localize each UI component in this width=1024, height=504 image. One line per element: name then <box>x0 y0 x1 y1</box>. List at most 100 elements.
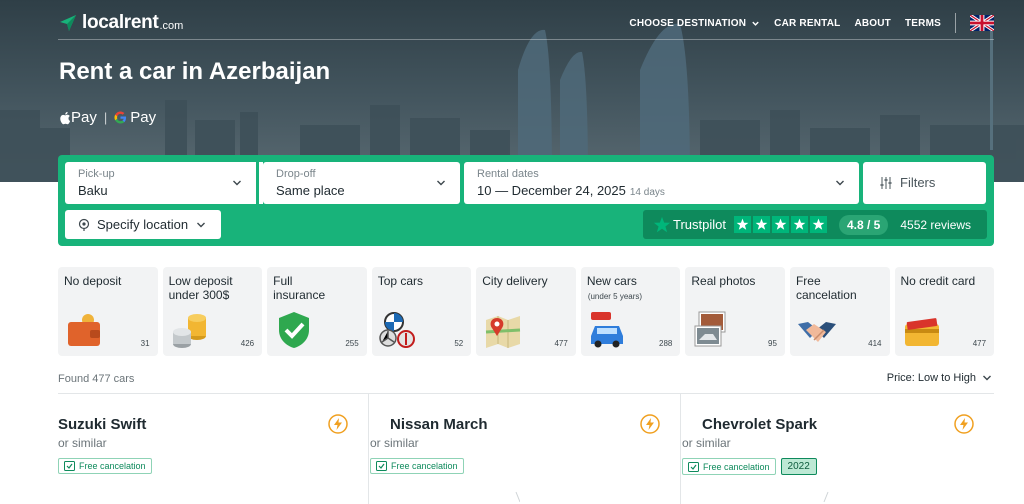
category-count: 52 <box>454 339 464 348</box>
car-similar: or similar <box>370 436 419 450</box>
logo-text: localrent <box>82 12 159 33</box>
category-low-deposit[interactable]: Low deposit under 300$ 426 <box>162 267 263 356</box>
chevron-down-icon <box>197 222 206 227</box>
search-panel: Pick-up Baku Drop-off Same place Rental … <box>58 155 994 246</box>
star-icon <box>771 216 789 233</box>
car-card[interactable]: Nissan March or similar Free cancelation <box>370 394 681 504</box>
specify-location-label: Specify location <box>97 217 189 232</box>
chevron-down-icon <box>233 180 241 186</box>
nav-car-rental[interactable]: CAR RENTAL <box>774 18 840 29</box>
category-title: Full insurance <box>273 274 326 302</box>
logo-suffix: .com <box>159 19 184 32</box>
trustpilot-rating[interactable]: Trustpilot 4.8 / 5 4552 reviews <box>643 210 987 239</box>
category-title: Free cancelation <box>795 274 857 302</box>
category-count: 477 <box>972 339 987 348</box>
sort-label: Price: Low to High <box>886 372 976 384</box>
instant-booking-icon <box>328 414 348 434</box>
rental-dates-value: 10 — December 24, 2025 14 days <box>477 183 665 198</box>
google-pay-label: Pay <box>130 109 157 126</box>
star-icon <box>809 216 827 233</box>
pickup-value: Baku <box>78 183 108 198</box>
pickup-label: Pick-up <box>78 168 115 180</box>
car-name: Nissan March <box>390 416 488 433</box>
nav-divider <box>955 13 956 33</box>
map-pin-icon <box>486 316 521 348</box>
credit-card-icon <box>904 318 939 346</box>
new-car-icon <box>590 312 623 348</box>
free-cancelation-icon <box>376 461 387 471</box>
instant-booking-icon <box>640 414 660 434</box>
rental-duration: 14 days <box>629 187 665 198</box>
dropoff-label: Drop-off <box>276 168 316 180</box>
chevron-down-icon <box>752 21 759 26</box>
google-g-icon <box>114 111 127 124</box>
category-title: No deposit <box>64 274 122 288</box>
year-badge: 2022 <box>780 458 817 475</box>
main-nav: CHOOSE DESTINATION CAR RENTAL ABOUT TERM… <box>615 13 994 33</box>
top-navigation-bar: localrent .com CHOOSE DESTINATION CAR RE… <box>58 8 994 40</box>
filters-button[interactable]: Filters <box>863 162 986 204</box>
category-no-credit-card[interactable]: No credit card 477 <box>894 267 995 356</box>
category-count: 426 <box>240 339 255 348</box>
category-count: 95 <box>768 339 777 348</box>
trustpilot-score: 4.8 / 5 <box>838 214 889 235</box>
uk-flag-icon[interactable] <box>970 15 994 31</box>
chevron-down-icon <box>836 180 844 186</box>
car-brands-icon <box>378 312 415 348</box>
car-name: Chevrolet Spark <box>702 416 818 433</box>
nav-choose-destination[interactable]: CHOOSE DESTINATION <box>629 18 760 29</box>
car-name: Suzuki Swift <box>58 416 147 433</box>
results-count: Found 477 cars <box>58 373 135 385</box>
category-top-cars[interactable]: Top cars 52 <box>371 267 472 356</box>
category-new-cars[interactable]: New cars (under 5 years) 288 <box>580 267 681 356</box>
nav-terms[interactable]: TERMS <box>905 18 941 29</box>
category-free-cancelation[interactable]: Free cancelation 414 <box>789 267 890 356</box>
category-title: City delivery <box>482 274 548 288</box>
car-card[interactable]: Chevrolet Spark or similar Free cancelat… <box>682 394 994 504</box>
category-city-delivery[interactable]: City delivery 477 <box>476 267 576 356</box>
category-count: 255 <box>345 339 359 348</box>
star-icon <box>752 216 770 233</box>
filters-icon <box>880 177 892 189</box>
car-badges: Free cancelation <box>370 458 464 474</box>
car-image-outline <box>823 491 829 503</box>
category-count: 477 <box>554 339 568 348</box>
free-cancelation-badge: Free cancelation <box>370 458 464 474</box>
category-no-deposit[interactable]: No deposit 31 <box>58 267 158 356</box>
rental-dates-label: Rental dates <box>477 168 539 180</box>
star-icon <box>733 216 751 233</box>
category-title: Top cars <box>377 274 424 288</box>
pickup-field[interactable]: Pick-up Baku <box>65 162 256 204</box>
wallet-icon <box>68 314 100 346</box>
nav-choose-destination-label: CHOOSE DESTINATION <box>629 17 747 29</box>
category-real-photos[interactable]: Real photos 95 <box>685 267 785 356</box>
rental-dates-field[interactable]: Rental dates 10 — December 24, 2025 14 da… <box>464 162 859 204</box>
category-title: No credit card <box>900 274 976 288</box>
category-title: Real photos <box>691 274 756 288</box>
dropoff-value: Same place <box>276 183 345 198</box>
instant-booking-icon <box>954 414 974 434</box>
page-title: Rent a car in Azerbaijan <box>59 58 331 85</box>
apple-pay-label: Pay <box>71 109 97 126</box>
car-image-outline <box>515 491 520 503</box>
category-count: 288 <box>659 339 673 348</box>
car-badges: Free cancelation <box>58 458 152 474</box>
nav-about-label: ABOUT <box>854 17 891 29</box>
badge-label: Free cancelation <box>703 461 770 472</box>
specify-location-button[interactable]: Specify location <box>65 210 221 239</box>
logo[interactable]: localrent .com <box>58 12 183 34</box>
car-similar: or similar <box>58 436 107 450</box>
coins-icon <box>172 314 206 348</box>
sort-dropdown[interactable]: Price: Low to High <box>887 372 992 384</box>
dropoff-field[interactable]: Drop-off Same place <box>263 162 460 204</box>
trustpilot-reviews: 4552 reviews <box>900 217 972 232</box>
apple-icon <box>60 111 71 124</box>
car-card[interactable]: Suzuki Swift or similar Free cancelation <box>58 394 369 504</box>
category-full-insurance[interactable]: Full insurance 255 <box>267 267 367 356</box>
badge-label: Free cancelation <box>391 461 458 471</box>
handshake-icon <box>797 322 836 342</box>
nav-about[interactable]: ABOUT <box>854 18 891 29</box>
location-pin-icon <box>78 218 90 231</box>
category-title: New cars <box>586 274 637 288</box>
shield-icon <box>279 312 310 348</box>
